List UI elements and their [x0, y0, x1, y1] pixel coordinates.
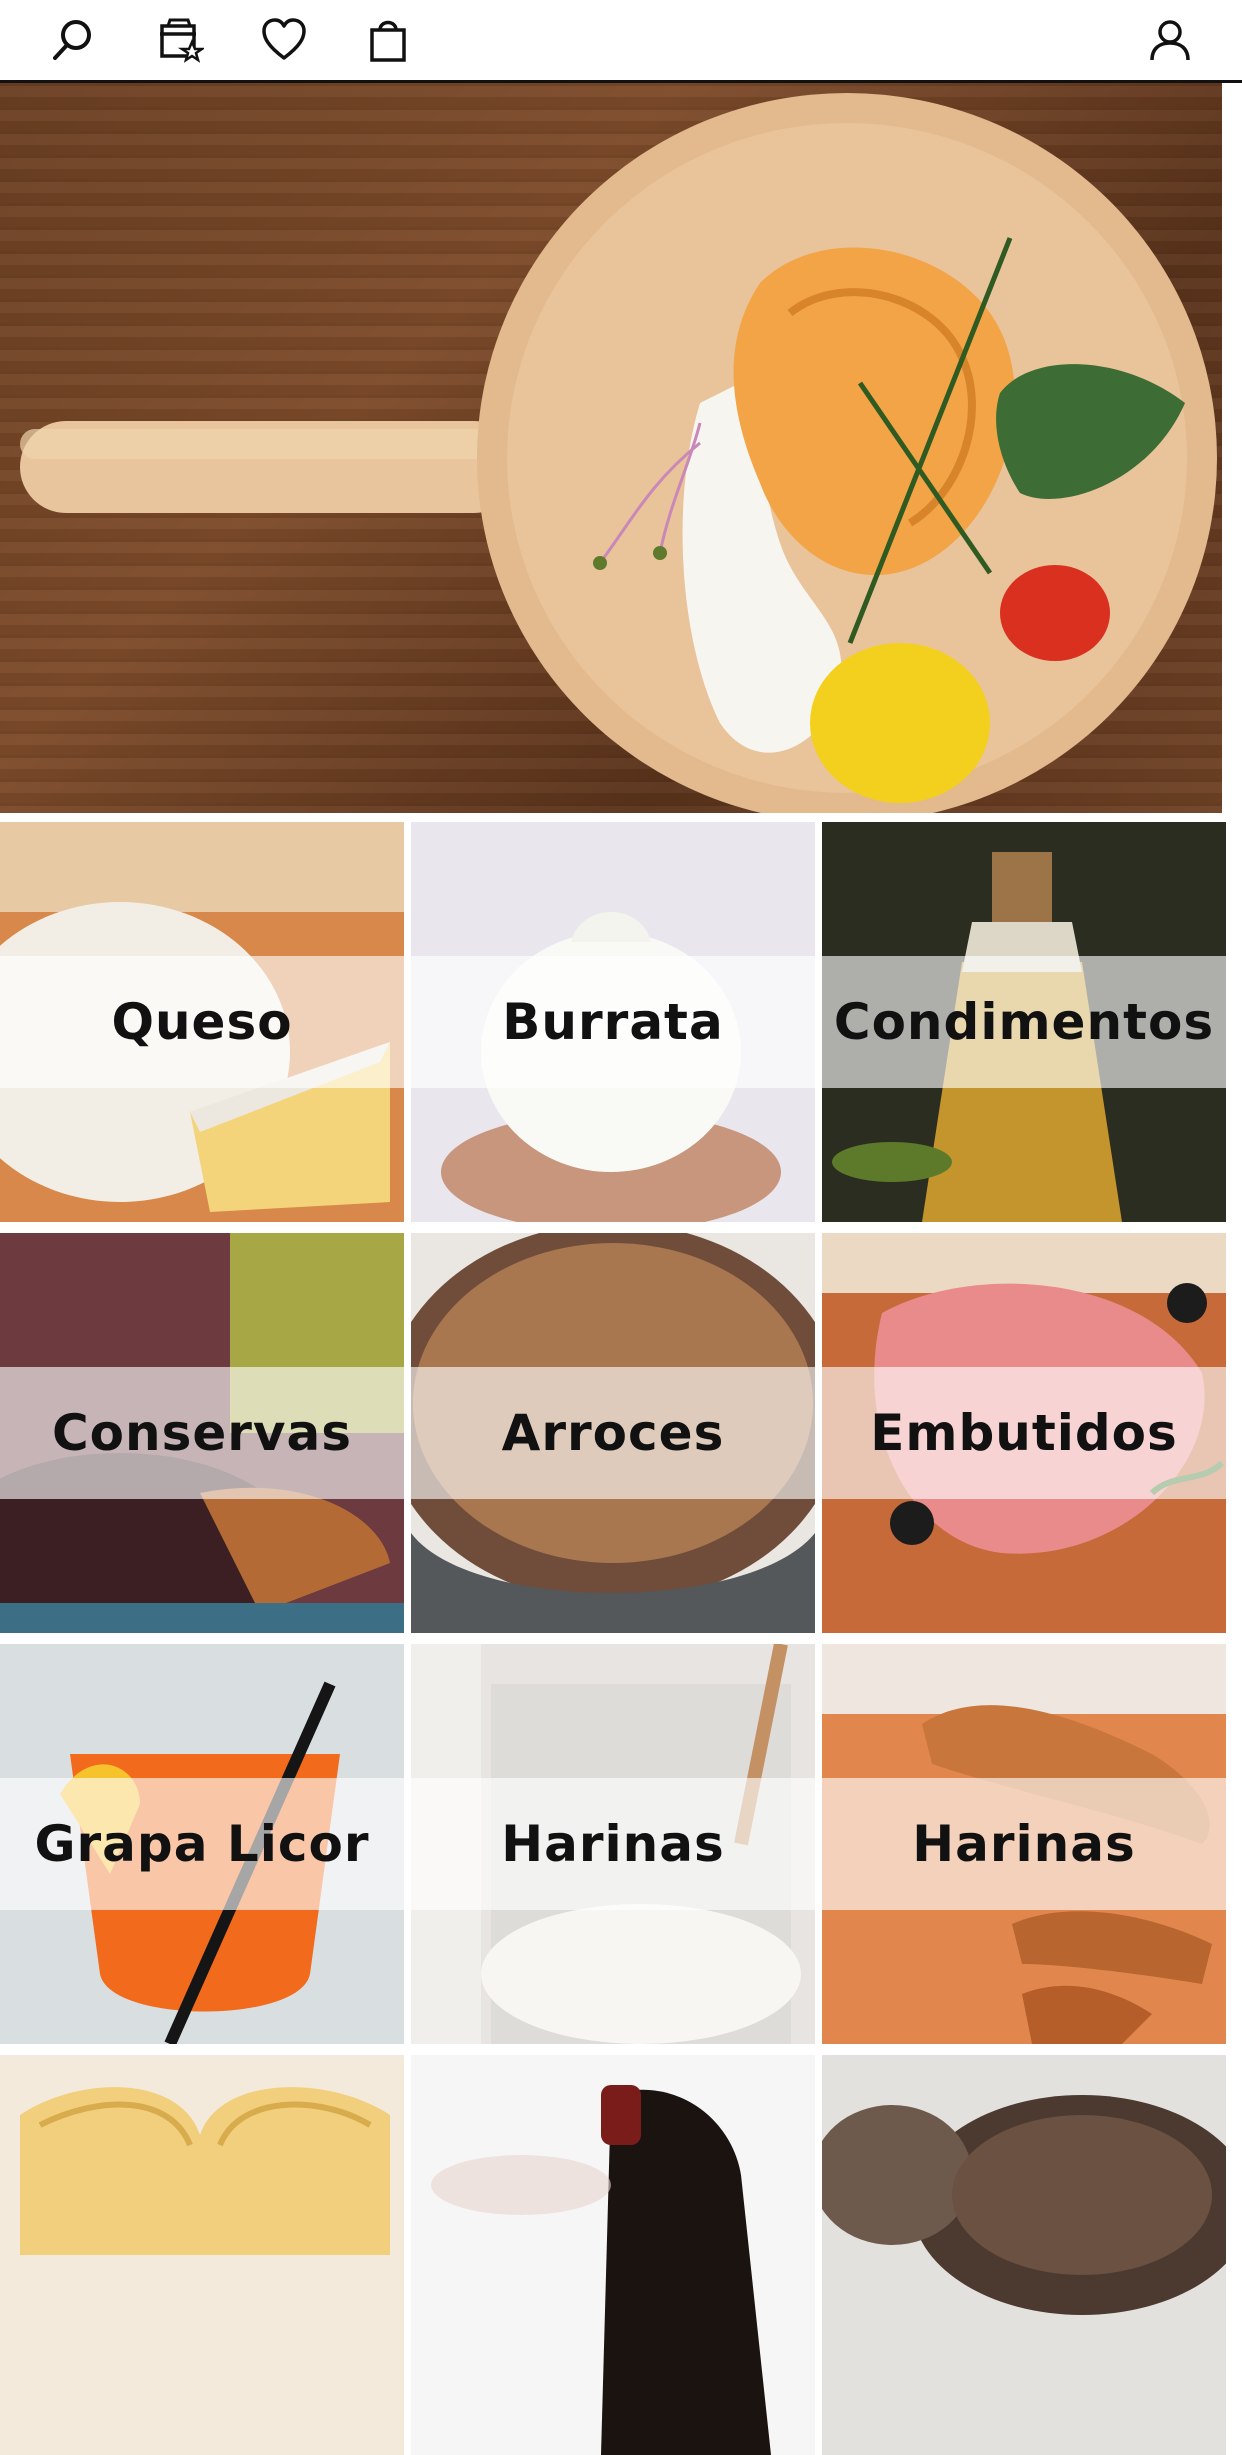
pasta-image [0, 2055, 404, 2455]
heart-icon[interactable] [258, 14, 310, 66]
category-label-band: Condimentos [822, 956, 1226, 1088]
category-label-band: Embutidos [822, 1367, 1226, 1499]
category-label-band: Harinas [822, 1778, 1226, 1910]
category-label: Grapa Licor [34, 1815, 370, 1873]
category-tile-wine[interactable] [411, 2055, 815, 2455]
hero-banner[interactable] [0, 83, 1222, 813]
category-label: Arroces [501, 1404, 725, 1462]
top-nav-bar [0, 0, 1242, 83]
category-label-band: Conservas [0, 1367, 404, 1499]
category-tile-burrata[interactable]: Burrata [411, 822, 815, 1222]
category-label-band: Queso [0, 956, 404, 1088]
shopping-bag-icon[interactable] [362, 14, 414, 66]
wine-bottle-image [411, 2055, 815, 2455]
category-tile-truffle[interactable] [822, 2055, 1226, 2455]
hero-image [20, 93, 1217, 813]
category-label: Condimentos [833, 993, 1215, 1051]
user-icon[interactable] [1144, 14, 1196, 66]
category-tile-harinas[interactable]: Harinas [411, 1644, 815, 2044]
truffle-image [822, 2055, 1226, 2455]
category-tile-conservas[interactable]: Conservas [0, 1233, 404, 1633]
category-label: Burrata [502, 993, 724, 1051]
category-tile-pasta[interactable] [0, 2055, 404, 2455]
category-tile-queso[interactable]: Queso [0, 822, 404, 1222]
category-tile-condimentos[interactable]: Condimentos [822, 822, 1226, 1222]
category-label: Queso [111, 993, 293, 1051]
store-favorites-icon[interactable] [154, 14, 206, 66]
category-tile-arroces[interactable]: Arroces [411, 1233, 815, 1633]
category-label-band: Burrata [411, 956, 815, 1088]
category-label-band: Grapa Licor [0, 1778, 404, 1910]
category-tile-grapa-licor[interactable]: Grapa Licor [0, 1644, 404, 2044]
category-tile-harinas-2[interactable]: Harinas [822, 1644, 1226, 2044]
category-tile-embutidos[interactable]: Embutidos [822, 1233, 1226, 1633]
category-label-band: Harinas [411, 1778, 815, 1910]
category-label: Embutidos [870, 1404, 1178, 1462]
category-label: Harinas [912, 1815, 1136, 1873]
search-icon[interactable] [46, 14, 98, 66]
category-label: Conservas [51, 1404, 353, 1462]
category-label-band: Arroces [411, 1367, 815, 1499]
category-label: Harinas [501, 1815, 725, 1873]
